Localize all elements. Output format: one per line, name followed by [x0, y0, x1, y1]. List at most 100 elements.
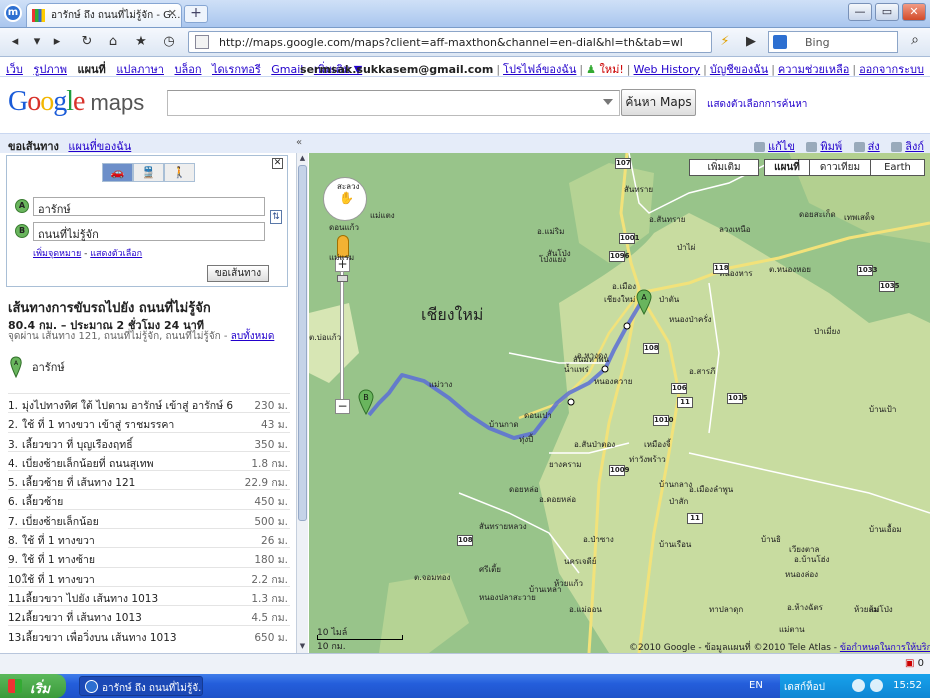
- direction-step[interactable]: 7. เบี่ยงซ้ายเล็กน้อย 500 ม.: [8, 508, 290, 528]
- zoom-out-button[interactable]: −: [335, 399, 350, 414]
- waypoint-a: A อารักษ์: [15, 197, 267, 216]
- gbar-link-gmail[interactable]: Gmail: [271, 63, 303, 76]
- history-clock-icon[interactable]: ◷: [158, 32, 180, 52]
- step-number: 2.: [8, 419, 19, 432]
- show-options-link[interactable]: แสดงตัวเลือก: [90, 249, 142, 259]
- direction-step[interactable]: 6. เลี้ยวซ้าย 450 ม.: [8, 489, 290, 508]
- search-engine-box[interactable]: Bing: [768, 31, 898, 53]
- minimize-button[interactable]: —: [848, 3, 872, 21]
- tray-icon[interactable]: [852, 679, 865, 692]
- zoom-slider-thumb[interactable]: [337, 275, 348, 282]
- address-bar[interactable]: http://maps.google.com/maps?client=aff-m…: [188, 31, 712, 53]
- transit-mode-icon[interactable]: 🚆: [133, 163, 164, 182]
- swap-arrows-icon[interactable]: ⇅: [270, 210, 282, 224]
- new-tab-button[interactable]: +: [184, 5, 208, 23]
- web-history-link[interactable]: Web History: [634, 63, 701, 76]
- direction-step[interactable]: 13.เลี้ยวขวา เพื่อวิ่งบน เส้นทาง 1013 650…: [8, 624, 290, 644]
- map-marker-a-icon[interactable]: A: [636, 289, 652, 315]
- direction-step[interactable]: 10.ใช้ ที่ 1 ทางขวา 2.2 กม.: [8, 566, 290, 586]
- home-icon[interactable]: ⌂: [102, 32, 124, 52]
- print-link[interactable]: พิมพ์: [820, 140, 842, 153]
- tab-active[interactable]: อารักษ์ ถึง ถนนที่ไม่รู้จัก - G... ✕: [26, 3, 182, 27]
- scroll-thumb[interactable]: [298, 165, 307, 521]
- language-indicator[interactable]: EN: [749, 680, 763, 691]
- direction-step[interactable]: 2. ใช้ ที่ 1 ทางขวา เข้าสู่ ราชมรรคา 43 ม.: [8, 412, 290, 431]
- step-number: 1.: [8, 400, 19, 412]
- gbar-link-images[interactable]: รูปภาพ: [33, 63, 67, 76]
- refresh-icon[interactable]: ↻: [76, 32, 98, 52]
- volume-icon[interactable]: [870, 679, 883, 692]
- step-number: 7.: [8, 515, 19, 528]
- search-engine-icon[interactable]: [773, 35, 787, 49]
- map-type-satellite[interactable]: ดาวเทียม: [809, 159, 871, 176]
- edit-icon: [754, 142, 766, 152]
- profile-link[interactable]: โปรไฟล์ของฉัน: [503, 63, 576, 76]
- scroll-down-icon[interactable]: ▼: [298, 642, 307, 652]
- car-mode-icon[interactable]: 🚗: [102, 163, 133, 182]
- terms-link[interactable]: ข้อกำหนดในการให้บริการ: [840, 643, 930, 653]
- start-button[interactable]: เริ่ม: [0, 674, 66, 698]
- remove-all-link[interactable]: ลบทั้งหมด: [231, 331, 275, 342]
- gbar-link-translate[interactable]: แปลภาษา: [116, 63, 164, 76]
- tab-my-maps[interactable]: แผนที่ของฉัน: [68, 140, 131, 153]
- search-options-link[interactable]: แสดงตัวเลือกการค้นหา: [707, 97, 807, 112]
- browser-logo-icon[interactable]: m: [4, 4, 22, 22]
- direction-step[interactable]: 5. เลี้ยวซ้าย ที่ เส้นทาง 121 22.9 กม.: [8, 470, 290, 489]
- scroll-up-icon[interactable]: ▲: [298, 154, 307, 164]
- map-canvas[interactable]: เพิ่มเติม แผนที่ ดาวเทียม Earth ✋ + − เช…: [309, 153, 930, 653]
- desktop-toolbar[interactable]: เดสก์ท็อป: [784, 680, 825, 695]
- link-link[interactable]: ลิงก์: [905, 140, 924, 153]
- map-type-map[interactable]: แผนที่: [764, 159, 810, 176]
- hand-pan-icon[interactable]: ✋: [339, 191, 354, 205]
- map-marker-b-icon[interactable]: B: [358, 389, 374, 415]
- to-input[interactable]: ถนนที่ไม่รู้จัก: [33, 222, 265, 241]
- panel-scrollbar[interactable]: ▲ ▼: [296, 153, 308, 653]
- route-waypoint-dot: [623, 322, 631, 330]
- collapse-panel-icon[interactable]: «: [296, 137, 302, 148]
- direction-step[interactable]: 3. เลี้ยวขวา ที่ บุญเรืองฤทธิ์ 350 ม.: [8, 431, 290, 451]
- forward-icon[interactable]: ▸: [46, 32, 68, 52]
- place-label: ศรีเตี้ย: [479, 565, 501, 574]
- add-destination-link[interactable]: เพิ่มจุดหมาย: [33, 249, 81, 259]
- close-icon[interactable]: ✕: [272, 158, 283, 169]
- close-window-button[interactable]: ✕: [902, 3, 926, 21]
- tab-directions[interactable]: ขอเส้นทาง: [8, 140, 59, 153]
- tab-close-icon[interactable]: ✕: [168, 7, 177, 20]
- signout-link[interactable]: ออกจากระบบ: [859, 63, 924, 76]
- go-arrow-icon[interactable]: ▶: [740, 32, 762, 52]
- maps-search-input[interactable]: [167, 90, 620, 116]
- back-dropdown-icon[interactable]: ▾: [26, 32, 48, 52]
- send-link[interactable]: ส่ง: [868, 140, 880, 153]
- maximize-button[interactable]: ▭: [875, 3, 899, 21]
- back-icon[interactable]: ◂: [4, 32, 26, 52]
- svg-text:A: A: [641, 293, 647, 302]
- favorites-star-icon[interactable]: ★: [130, 32, 152, 52]
- account-link[interactable]: บัญชีของฉัน: [710, 63, 768, 76]
- taskbar-window-button[interactable]: อารักษ์ ถึง ถนนที่ไม่รู้จั...: [79, 676, 203, 696]
- map-type-earth[interactable]: Earth: [870, 159, 925, 176]
- direction-step[interactable]: 11.เลี้ยวขวา ไปยัง เส้นทาง 1013 1.3 กม.: [8, 585, 290, 605]
- lightning-icon[interactable]: ⚡: [714, 32, 736, 52]
- place-label: เวียงตาล: [789, 545, 820, 554]
- map-type-more[interactable]: เพิ่มเติม: [689, 159, 759, 176]
- from-input[interactable]: อารักษ์: [33, 197, 265, 216]
- help-link[interactable]: ความช่วยเหลือ: [778, 63, 849, 76]
- walk-mode-icon[interactable]: 🚶: [164, 163, 195, 182]
- gbar-link-web[interactable]: เว็บ: [6, 63, 23, 76]
- direction-step[interactable]: 12.เลี้ยวขวา ที่ เส้นทาง 1013 4.5 กม.: [8, 605, 290, 624]
- direction-step[interactable]: 8. ใช้ ที่ 1 ทางขวา 26 ม.: [8, 528, 290, 547]
- start-marker-a-icon[interactable]: A: [10, 356, 22, 378]
- chevron-down-icon[interactable]: [603, 99, 613, 105]
- gbar-link-directory[interactable]: ไดเรกทอรี: [212, 63, 261, 76]
- popup-blocker-icon[interactable]: ▣: [905, 658, 914, 669]
- search-maps-button[interactable]: ค้นหา Maps: [621, 89, 696, 116]
- direction-step[interactable]: 4. เบี่ยงซ้ายเล็กน้อยที่ ถนนสุเทพ 1.8 กม.: [8, 450, 290, 470]
- google-maps-logo[interactable]: Google maps: [8, 86, 144, 118]
- direction-step[interactable]: 1. มุ่งไปทางทิศ ใต้ ไปตาม อารักษ์ เข้าสู่…: [8, 393, 290, 412]
- edit-link[interactable]: แก้ไข: [768, 140, 795, 153]
- search-icon[interactable]: ⌕: [904, 32, 926, 52]
- get-directions-button[interactable]: ขอเส้นทาง: [207, 265, 269, 282]
- gbar-link-blogs[interactable]: บล็อก: [174, 63, 201, 76]
- province-label: เชียงใหม่: [421, 305, 484, 324]
- direction-step[interactable]: 9. ใช้ ที่ 1 ทางซ้าย 180 ม.: [8, 547, 290, 566]
